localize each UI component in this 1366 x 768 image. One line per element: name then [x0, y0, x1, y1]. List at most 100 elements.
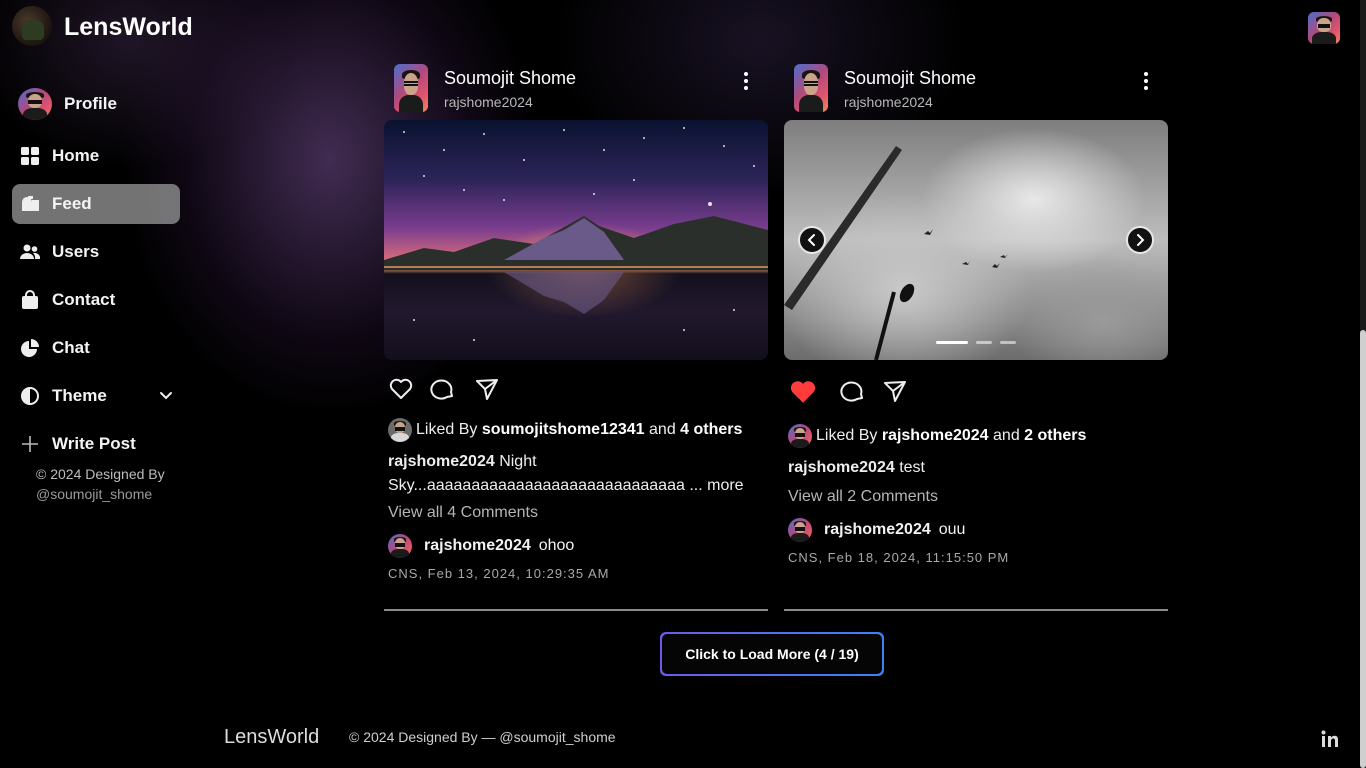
linkedin-icon[interactable] — [1320, 729, 1340, 749]
author-avatar[interactable] — [794, 64, 828, 112]
author-name[interactable]: Soumojit Shome — [444, 68, 576, 89]
pie-icon — [20, 338, 40, 358]
post-card: Soumojit Shome rajshome2024 — [784, 56, 1168, 611]
post-divider — [384, 609, 768, 611]
sidebar-item-label: Contact — [52, 290, 116, 309]
sidebar-item-users[interactable]: Users — [12, 232, 180, 272]
sidebar-item-write-post[interactable]: Write Post — [12, 424, 180, 464]
top-bar: LensWorld — [0, 0, 1360, 56]
view-comments-link[interactable]: View all 4 Comments — [384, 504, 768, 522]
like-icon[interactable] — [388, 376, 414, 402]
liked-and: and — [649, 421, 676, 438]
carousel-next-button[interactable] — [1126, 226, 1154, 254]
post-image[interactable] — [384, 120, 768, 360]
liked-prefix: Liked By — [416, 421, 478, 438]
liked-others[interactable]: 4 others — [680, 421, 742, 439]
carousel-dot[interactable] — [976, 341, 992, 344]
liker-avatar[interactable] — [788, 424, 812, 448]
comment-row: rajshome2024 ohoo — [384, 532, 768, 560]
footer-brand[interactable]: LensWorld — [224, 726, 319, 749]
share-icon[interactable] — [882, 378, 908, 404]
sidebar-item-label: Theme — [52, 386, 107, 405]
liked-others[interactable]: 2 others — [1024, 427, 1086, 445]
plus-icon — [20, 434, 40, 454]
liked-user[interactable]: rajshome2024 — [882, 427, 989, 445]
bag-icon — [20, 290, 40, 310]
post-card: Soumojit Shome rajshome2024 — [384, 56, 768, 611]
load-more-label: Click to Load More (4 / 19) — [662, 634, 882, 674]
liked-and: and — [993, 427, 1020, 444]
post-timestamp: CNS, Feb 18, 2024, 11:15:50 PM — [788, 550, 1010, 565]
post-caption: rajshome2024 Night Sky...aaaaaaaaaaaaaaa… — [384, 450, 768, 498]
sidebar-item-chat[interactable]: Chat — [12, 328, 180, 368]
post-header: Soumojit Shome rajshome2024 — [384, 56, 768, 120]
post-image[interactable] — [784, 120, 1168, 360]
sidebar-item-home[interactable]: Home — [12, 136, 180, 176]
post-actions — [784, 360, 1168, 422]
scrollbar[interactable] — [1360, 0, 1366, 768]
cloudy-sky-illustration — [784, 146, 1008, 360]
post-actions — [384, 360, 768, 416]
author-handle[interactable]: rajshome2024 — [844, 94, 933, 110]
author-handle[interactable]: rajshome2024 — [444, 94, 533, 110]
comment-user[interactable]: rajshome2024 — [824, 521, 931, 539]
contrast-icon — [20, 386, 40, 406]
liker-avatar[interactable] — [388, 418, 412, 442]
user-avatar-button[interactable] — [1308, 12, 1340, 44]
more-options-icon[interactable] — [736, 70, 756, 94]
sidebar-item-label: Write Post — [52, 434, 136, 453]
comment-icon[interactable] — [430, 376, 456, 402]
brand-title[interactable]: LensWorld — [64, 13, 193, 42]
more-options-icon[interactable] — [1136, 70, 1156, 94]
liked-prefix: Liked By — [816, 427, 878, 444]
share-icon[interactable] — [474, 376, 500, 402]
sidebar-item-theme[interactable]: Theme — [12, 376, 180, 416]
load-more-button[interactable]: Click to Load More (4 / 19) — [660, 632, 884, 676]
commenter-avatar[interactable] — [788, 518, 812, 542]
night-sky-illustration — [384, 127, 768, 360]
liked-by: Liked By rajshome2024 and 2 others — [784, 422, 1168, 450]
carousel-prev-button[interactable] — [798, 226, 826, 254]
carousel-dot[interactable] — [1000, 341, 1016, 344]
sidebar-item-label: Chat — [52, 338, 90, 357]
comment-text: ohoo — [538, 537, 575, 554]
sidebar-item-profile[interactable]: Profile — [12, 84, 180, 124]
carousel-indicators — [936, 341, 1016, 344]
sidebar-item-label: Feed — [52, 194, 92, 213]
like-icon-active[interactable] — [788, 378, 816, 404]
caption-more-link[interactable]: ... more — [689, 477, 743, 494]
sidebar-item-feed[interactable]: Feed — [12, 184, 180, 224]
chevron-down-icon[interactable] — [156, 386, 176, 406]
sidebar: Profile Home Feed Users Contact Chat The… — [0, 56, 192, 768]
sidebar-item-contact[interactable]: Contact — [12, 280, 180, 320]
liked-user[interactable]: soumojitshome12341 — [482, 421, 645, 439]
liked-by: Liked By soumojitshome12341 and 4 others — [384, 416, 768, 444]
author-name[interactable]: Soumojit Shome — [844, 68, 976, 89]
mailbox-icon — [20, 194, 40, 214]
profile-avatar — [18, 88, 52, 120]
post-header: Soumojit Shome rajshome2024 — [784, 56, 1168, 120]
sidebar-item-label: Home — [52, 146, 100, 165]
caption-user[interactable]: rajshome2024 — [388, 453, 495, 470]
carousel-dot[interactable] — [936, 341, 968, 344]
sidebar-item-label: Profile — [64, 94, 117, 113]
commenter-avatar[interactable] — [388, 534, 412, 558]
scrollbar-thumb[interactable] — [1360, 330, 1366, 768]
post-caption: rajshome2024 test — [784, 456, 1168, 480]
logo-avatar[interactable] — [12, 6, 52, 46]
footer-copyright: © 2024 Designed By — @soumojit_shome — [349, 729, 616, 745]
grid-icon — [20, 146, 40, 166]
caption-user[interactable]: rajshome2024 — [788, 459, 895, 476]
caption-text: test — [899, 459, 925, 476]
comment-row: rajshome2024 ouu — [784, 516, 1168, 544]
comment-text: ouu — [938, 521, 966, 538]
users-icon — [20, 242, 40, 262]
comment-icon[interactable] — [840, 378, 866, 404]
comment-user[interactable]: rajshome2024 — [424, 537, 531, 555]
author-avatar[interactable] — [394, 64, 428, 112]
post-divider — [784, 609, 1168, 611]
view-comments-link[interactable]: View all 2 Comments — [784, 488, 1168, 506]
sidebar-footer: © 2024 Designed By @soumojit_shome — [36, 464, 186, 504]
sidebar-item-label: Users — [52, 242, 100, 261]
sidebar-footer-handle[interactable]: @soumojit_shome — [36, 486, 152, 502]
